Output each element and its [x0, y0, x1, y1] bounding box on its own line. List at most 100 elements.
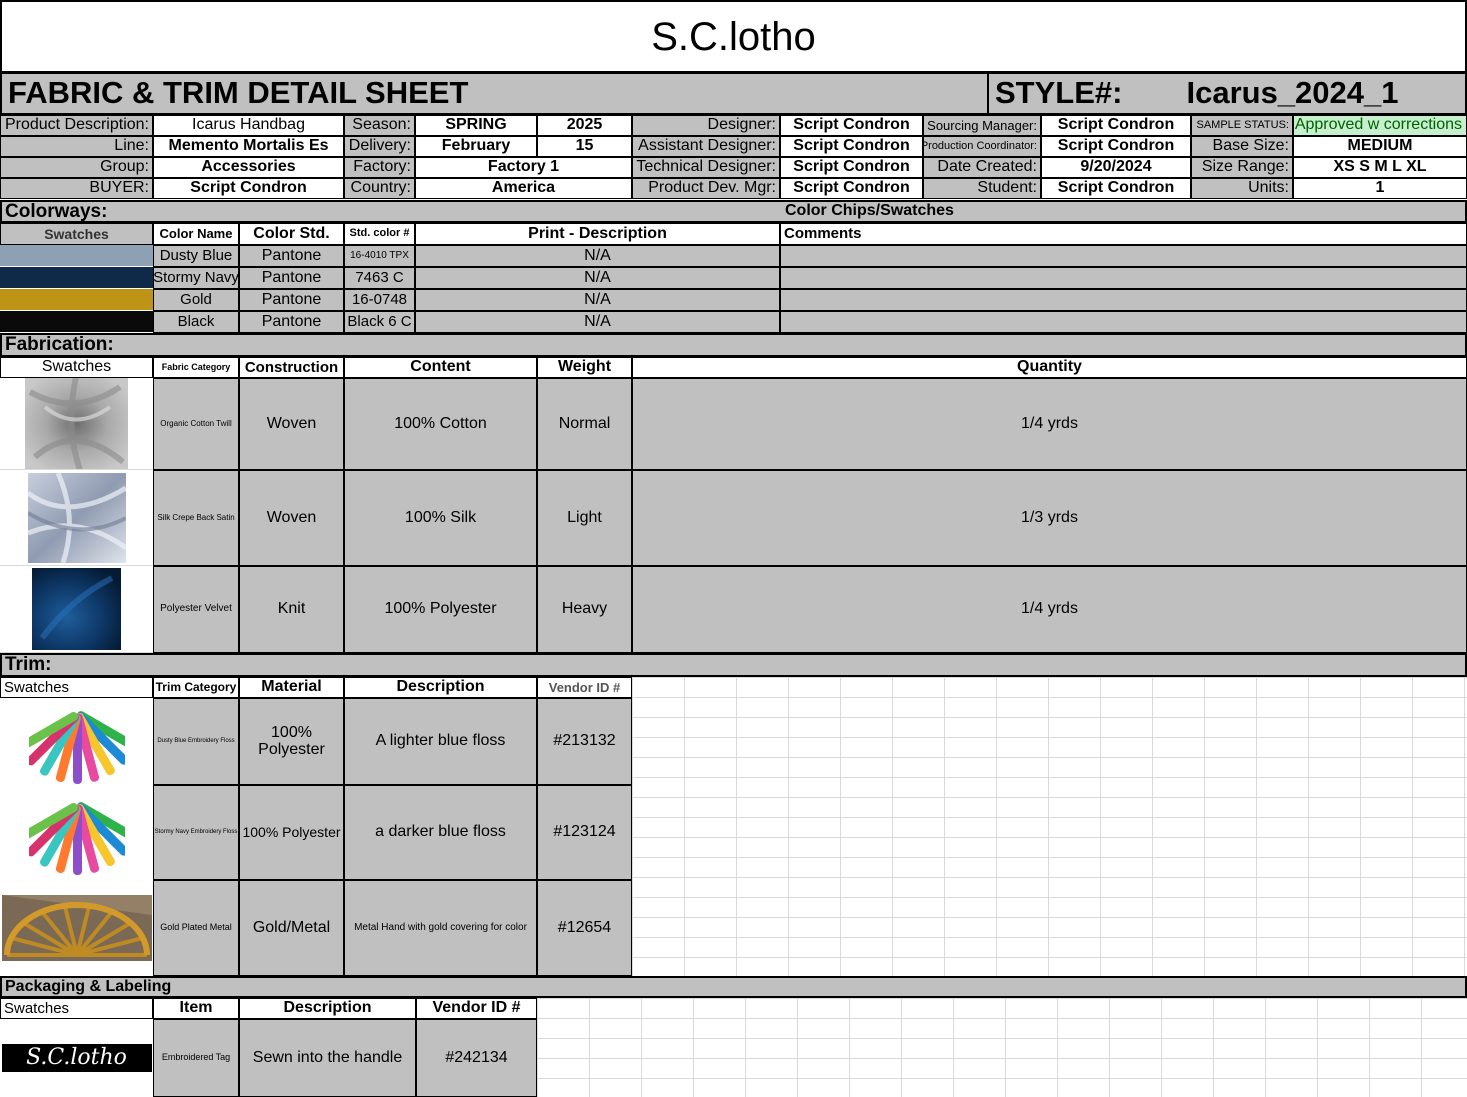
- color-std-cell[interactable]: Pantone: [239, 267, 344, 289]
- quantity-cell[interactable]: 1/4 yrds: [632, 378, 1467, 470]
- trim-material-cell[interactable]: 100% Polyester: [239, 698, 344, 785]
- hdr-line[interactable]: Memento Mortalis Es: [153, 136, 344, 157]
- fabric-category-cell[interactable]: Silk Crepe Back Satin: [153, 470, 239, 566]
- hdr-season[interactable]: SPRING: [415, 115, 537, 136]
- hdr-sourcing-manager[interactable]: Script Condron: [1041, 115, 1191, 136]
- trim-category-cell[interactable]: Dusty Blue Embroidery Floss: [153, 698, 239, 785]
- embroidered-tag-swatch: S.C.lotho: [0, 1019, 153, 1097]
- comments-cell[interactable]: [780, 289, 1467, 311]
- hdr-buyer[interactable]: Script Condron: [153, 178, 344, 199]
- comments-cell[interactable]: [780, 245, 1467, 267]
- content-cell[interactable]: 100% Silk: [344, 470, 537, 566]
- style-value[interactable]: Icarus_2024_1: [1186, 77, 1398, 110]
- color-std-cell[interactable]: Pantone: [239, 245, 344, 267]
- content-cell[interactable]: 100% Polyester: [344, 566, 537, 653]
- fabrication-header-weight: Weight: [537, 357, 632, 378]
- color-name-cell[interactable]: Dusty Blue: [153, 245, 239, 267]
- quantity-cell[interactable]: 1/4 yrds: [632, 566, 1467, 653]
- packaging-vendor-id-cell[interactable]: #242134: [416, 1019, 537, 1097]
- weight-cell[interactable]: Light: [537, 470, 632, 566]
- hdr-size-range[interactable]: XS S M L XL: [1293, 157, 1467, 178]
- hdr-season-year[interactable]: 2025: [537, 115, 632, 136]
- color-std-cell[interactable]: Pantone: [239, 311, 344, 333]
- packaging-section-title: Packaging & Labeling: [0, 976, 1467, 998]
- gold-metal-handle-swatch: [0, 880, 153, 976]
- trim-description-cell[interactable]: A lighter blue floss: [344, 698, 537, 785]
- hdr-sample-status[interactable]: Approved w corrections: [1293, 115, 1467, 136]
- trim-header-vendor-id: Vendor ID #: [537, 677, 632, 698]
- trim-vendor-id-cell[interactable]: #213132: [537, 698, 632, 785]
- fabric-category-cell[interactable]: Polyester Velvet: [153, 566, 239, 653]
- print-description-cell[interactable]: N/A: [415, 289, 780, 311]
- trim-header-description: Description: [344, 677, 537, 698]
- quantity-cell[interactable]: 1/3 yrds: [632, 470, 1467, 566]
- hdr-line-label: Line:: [0, 136, 153, 157]
- hdr-factory[interactable]: Factory 1: [415, 157, 632, 178]
- hdr-assistant-designer-label: Assistant Designer:: [632, 136, 780, 157]
- fabrication-header-quantity: Quantity: [632, 357, 1467, 378]
- std-color-number-cell[interactable]: Black 6 C: [344, 311, 415, 333]
- trim-vendor-id-cell[interactable]: #123124: [537, 785, 632, 880]
- fabric-category-cell[interactable]: Organic Cotton Twill: [153, 378, 239, 470]
- std-color-number-cell[interactable]: 16-4010 TPX: [344, 245, 415, 267]
- hdr-designer[interactable]: Script Condron: [780, 115, 923, 136]
- print-description-cell[interactable]: N/A: [415, 311, 780, 333]
- hdr-technical-designer[interactable]: Script Condron: [780, 157, 923, 178]
- packaging-description-cell[interactable]: Sewn into the handle: [239, 1019, 416, 1097]
- hdr-country[interactable]: America: [415, 178, 632, 199]
- hdr-base-size[interactable]: MEDIUM: [1293, 136, 1467, 157]
- hdr-date-created[interactable]: 9/20/2024: [1041, 157, 1191, 178]
- colorways-header-swatches: Swatches: [0, 223, 153, 245]
- hdr-season-label: Season:: [344, 115, 415, 136]
- hdr-product-dev-mgr[interactable]: Script Condron: [780, 178, 923, 199]
- color-swatch-chip: [0, 245, 153, 267]
- hdr-product-description[interactable]: Icarus Handbag: [153, 115, 344, 136]
- hdr-student[interactable]: Script Condron: [1041, 178, 1191, 199]
- print-description-cell[interactable]: N/A: [415, 267, 780, 289]
- hdr-delivery-month[interactable]: February: [415, 136, 537, 157]
- colorways-header-color-name: Color Name: [153, 223, 239, 245]
- packaging-header-description: Description: [239, 998, 416, 1019]
- print-description-cell[interactable]: N/A: [415, 245, 780, 267]
- packaging-header-vendor-id: Vendor ID #: [416, 998, 537, 1019]
- construction-cell[interactable]: Knit: [239, 566, 344, 653]
- trim-material-cell[interactable]: 100% Polyester: [239, 785, 344, 880]
- hdr-date-created-label: Date Created:: [923, 157, 1041, 178]
- content-cell[interactable]: 100% Cotton: [344, 378, 537, 470]
- hdr-buyer-label: BUYER:: [0, 178, 153, 199]
- color-std-cell[interactable]: Pantone: [239, 289, 344, 311]
- hdr-technical-designer-label: Technical Designer:: [632, 157, 780, 178]
- style-label: STYLE#:: [995, 75, 1123, 111]
- construction-cell[interactable]: Woven: [239, 378, 344, 470]
- colorways-header-comments: Comments: [780, 223, 1467, 245]
- fabrication-section-title: Fabrication:: [0, 333, 1467, 357]
- construction-cell[interactable]: Woven: [239, 470, 344, 566]
- std-color-number-cell[interactable]: 7463 C: [344, 267, 415, 289]
- hdr-production-coordinator[interactable]: Script Condron: [1041, 136, 1191, 157]
- hdr-group[interactable]: Accessories: [153, 157, 344, 178]
- std-color-number-cell[interactable]: 16-0748: [344, 289, 415, 311]
- trim-description-cell[interactable]: Metal Hand with gold covering for color: [344, 880, 537, 976]
- trim-category-cell[interactable]: Stormy Navy Embroidery Floss: [153, 785, 239, 880]
- packaging-item-cell[interactable]: Embroidered Tag: [153, 1019, 239, 1097]
- trim-vendor-id-cell[interactable]: #12654: [537, 880, 632, 976]
- color-swatch-chip: [0, 289, 153, 311]
- colorways-header-color-std: Color Std.: [239, 223, 344, 245]
- weight-cell[interactable]: Heavy: [537, 566, 632, 653]
- color-name-cell[interactable]: Black: [153, 311, 239, 333]
- trim-material-cell[interactable]: Gold/Metal: [239, 880, 344, 976]
- hdr-units[interactable]: 1: [1293, 178, 1467, 199]
- weight-cell[interactable]: Normal: [537, 378, 632, 470]
- trim-category-cell[interactable]: Gold Plated Metal: [153, 880, 239, 976]
- hdr-assistant-designer[interactable]: Script Condron: [780, 136, 923, 157]
- comments-cell[interactable]: [780, 267, 1467, 289]
- trim-header-swatches: Swatches: [0, 677, 153, 698]
- hdr-student-label: Student:: [923, 178, 1041, 199]
- embroidery-floss-swatch: [0, 698, 153, 785]
- comments-cell[interactable]: [780, 311, 1467, 333]
- color-name-cell[interactable]: Stormy Navy: [153, 267, 239, 289]
- color-name-cell[interactable]: Gold: [153, 289, 239, 311]
- hdr-designer-label: Designer:: [632, 115, 780, 136]
- hdr-delivery-day[interactable]: 15: [537, 136, 632, 157]
- trim-description-cell[interactable]: a darker blue floss: [344, 785, 537, 880]
